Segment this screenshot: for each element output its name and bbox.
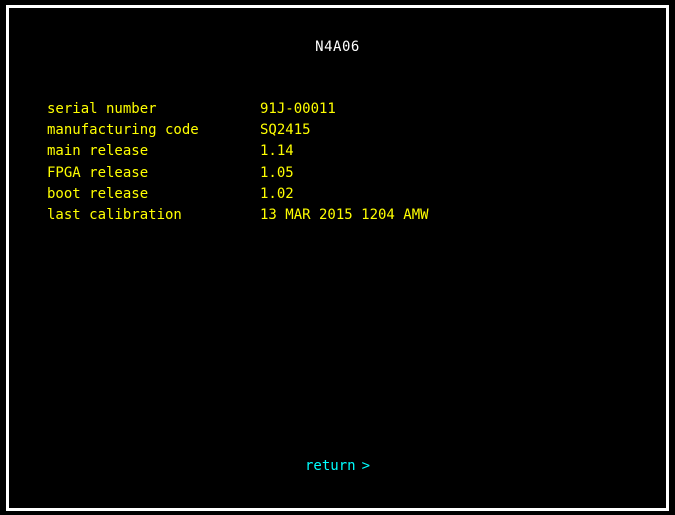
device-info-table: serial number 91J-00011 manufacturing cod…: [47, 99, 429, 226]
info-row-manufacturing-code: manufacturing code SQ2415: [47, 120, 429, 141]
boot-release-label: boot release: [47, 185, 149, 202]
serial-number-label: serial number: [47, 101, 157, 117]
serial-number-value: 91J-00011: [260, 101, 336, 117]
manufacturing-code-label: manufacturing code: [47, 122, 199, 139]
screen-frame: N4A06 serial number 91J-00011 manufacturi…: [6, 5, 669, 511]
last-calibration-label: last calibration: [47, 206, 182, 223]
device-info-screen: N4A06 serial number 91J-00011 manufacturi…: [9, 8, 666, 508]
fpga-release-label: FPGA release: [47, 164, 149, 181]
last-calibration-value: 13 MAR 2015 1204 AMW: [260, 206, 429, 223]
info-row-boot-release: boot release 1.02: [47, 184, 429, 205]
main-release-value: 1.14: [260, 143, 294, 160]
info-row-main-release: main release 1.14: [47, 141, 429, 162]
return-button[interactable]: return >: [9, 458, 666, 474]
fpga-release-value: 1.05: [260, 164, 294, 181]
main-release-label: main release: [47, 143, 149, 160]
info-row-fpga-release: FPGA release 1.05: [47, 163, 429, 184]
info-row-serial-number: serial number 91J-00011: [47, 99, 429, 120]
return-label: return: [304, 458, 356, 474]
manufacturing-code-value: SQ2415: [260, 122, 311, 139]
page-title: N4A06: [315, 39, 360, 55]
boot-release-value: 1.02: [260, 185, 294, 202]
display-bezel: N4A06 serial number 91J-00011 manufacturi…: [0, 0, 675, 515]
chevron-right-icon: >: [361, 458, 370, 474]
info-row-last-calibration: last calibration 13 MAR 2015 1204 AMW: [47, 205, 429, 226]
